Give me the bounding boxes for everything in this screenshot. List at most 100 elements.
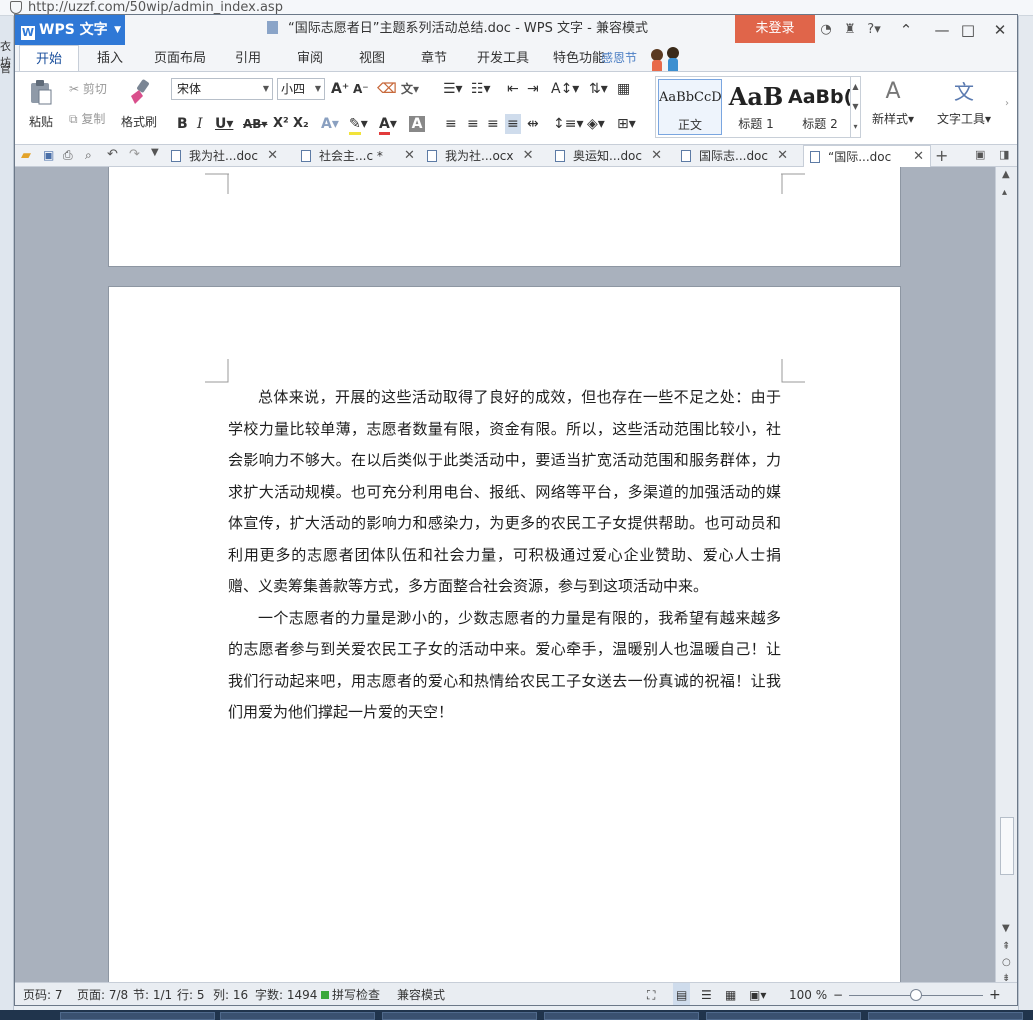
document-body[interactable]: 总体来说，开展的这些活动取得了良好的成效，但也存在一些不足之处：由于学校力量比较… — [228, 382, 781, 729]
close-icon[interactable]: ✕ — [404, 145, 415, 167]
save-icon[interactable]: ▣ — [43, 148, 54, 162]
tab-view[interactable]: 视图 — [349, 45, 395, 71]
distribute-icon[interactable]: ⇹ — [527, 114, 539, 134]
sort-icon[interactable]: ⇅▾ — [589, 79, 608, 99]
close-icon[interactable]: ✕ — [523, 145, 534, 167]
outline-view-icon[interactable]: ☰ — [701, 983, 712, 1005]
bullet-list-icon[interactable]: ☰▾ — [443, 79, 463, 99]
close-icon[interactable]: ✕ — [267, 145, 278, 167]
highlight-icon[interactable]: ✎▾ — [349, 114, 368, 135]
doc-tab-active[interactable]: “国际...doc ✕ — [803, 145, 931, 167]
close-icon[interactable]: ✕ — [777, 145, 788, 167]
tab-review[interactable]: 审阅 — [287, 45, 333, 71]
doc-tab-4[interactable]: 奥运知...doc ✕ — [555, 145, 662, 167]
redo-icon[interactable]: ↷ — [129, 147, 140, 162]
taskbar-item[interactable] — [220, 1012, 375, 1020]
pinyin-guide-icon[interactable]: 文▾ — [401, 79, 419, 99]
underline-icon[interactable]: U▾ — [215, 114, 233, 134]
open-folder-icon[interactable]: ▰ — [21, 148, 31, 163]
bold-icon[interactable]: B — [177, 114, 188, 134]
zoom-out-button[interactable]: − — [833, 983, 843, 1005]
print-icon[interactable]: ⎙ — [63, 148, 73, 163]
previous-page-icon[interactable]: ⇞ — [1002, 941, 1010, 952]
document-canvas[interactable]: 总体来说，开展的这些活动取得了良好的成效，但也存在一些不足之处：由于学校力量比较… — [15, 167, 995, 982]
undo-icon[interactable]: ↶ — [107, 147, 118, 162]
share-icon[interactable]: ◔ — [817, 21, 835, 39]
align-right-icon[interactable]: ≡ — [487, 114, 499, 134]
paste-button[interactable]: 粘贴 — [23, 78, 59, 130]
tab-insert[interactable]: 插入 — [85, 45, 135, 71]
tab-section[interactable]: 章节 — [411, 45, 457, 71]
cut-button[interactable]: ✂ 剪切 — [69, 80, 107, 97]
line-spacing-icon[interactable]: ↕≡▾ — [553, 114, 584, 134]
text-direction-icon[interactable]: A↕▾ — [551, 79, 579, 99]
subscript-icon[interactable]: X₂ — [293, 114, 309, 134]
status-word-count[interactable]: 字数: 1494 — [255, 983, 317, 1005]
shading-fill-icon[interactable]: ◈▾ — [587, 114, 605, 134]
taskbar-item[interactable] — [868, 1012, 1023, 1020]
close-icon[interactable]: ✕ — [913, 146, 924, 168]
scroll-down-icon[interactable]: ▼ — [1002, 923, 1010, 934]
zoom-slider-knob[interactable] — [910, 989, 922, 1001]
skin-icon[interactable]: ♜ — [841, 21, 859, 39]
browse-object-icon[interactable]: ○ — [1002, 957, 1011, 968]
borders-icon[interactable]: ⊞▾ — [617, 114, 636, 134]
strikethrough-icon[interactable]: AB▾ — [243, 114, 267, 134]
grow-font-icon[interactable]: A⁺ — [331, 79, 349, 99]
tab-page-layout[interactable]: 页面布局 — [145, 45, 215, 71]
close-button[interactable]: ✕ — [987, 19, 1013, 41]
vertical-scrollbar[interactable]: ▲ ▴ ▼ ⇞ ○ ⇟ — [995, 167, 1017, 984]
print-preview-icon[interactable]: ⌕ — [85, 148, 92, 163]
align-left-icon[interactable]: ≡ — [445, 114, 457, 134]
fullscreen-view-icon[interactable]: ⛶ — [647, 983, 655, 1005]
style-normal[interactable]: AaBbCcD 正文 — [658, 79, 722, 135]
taskbar-item[interactable] — [544, 1012, 699, 1020]
taskbar-item[interactable] — [706, 1012, 861, 1020]
clear-format-icon[interactable]: ⌫ — [377, 79, 397, 99]
italic-icon[interactable]: I — [197, 114, 203, 134]
spell-check-button[interactable]: 拼写检查 — [321, 983, 380, 1005]
char-shading-icon[interactable]: A — [409, 116, 425, 132]
align-center-icon[interactable]: ≡ — [467, 114, 479, 134]
maximize-button[interactable]: □ — [955, 19, 981, 41]
taskbar-item[interactable] — [60, 1012, 215, 1020]
style-heading-1[interactable]: AaB 标题 1 — [724, 79, 788, 135]
paragraph[interactable]: 总体来说，开展的这些活动取得了良好的成效，但也存在一些不足之处：由于学校力量比较… — [228, 382, 781, 603]
reading-view-icon[interactable]: ▣▾ — [749, 983, 766, 1005]
page-view-icon[interactable]: ▤ — [673, 983, 691, 1005]
tab-home[interactable]: 开始 — [19, 45, 79, 71]
ribbon-scroll-right-icon[interactable]: › — [1005, 98, 1009, 109]
tab-developer[interactable]: 开发工具 — [473, 45, 533, 71]
zoom-in-button[interactable]: + — [989, 983, 1001, 1005]
doc-tab-1[interactable]: 我为社...doc ✕ — [171, 145, 278, 167]
quick-access-dropdown-icon[interactable]: ▼ — [151, 147, 159, 158]
new-tab-icon[interactable]: + — [935, 145, 948, 167]
style-heading-2[interactable]: AaBb( 标题 2 — [788, 79, 852, 135]
minimize-button[interactable]: — — [929, 19, 955, 41]
table-grid-icon[interactable]: ▦ — [617, 79, 630, 99]
increase-indent-icon[interactable]: ⇥ — [527, 79, 539, 99]
justify-icon[interactable]: ≡ — [505, 114, 521, 134]
tab-menu-icon[interactable]: ◨ — [999, 148, 1009, 161]
help-button[interactable]: ?▾ — [865, 21, 883, 39]
decrease-indent-icon[interactable]: ⇤ — [507, 79, 519, 99]
tab-special[interactable]: 特色功能 — [549, 45, 609, 71]
font-size-select[interactable]: 小四 ▼ — [277, 78, 325, 100]
new-style-button[interactable]: A 新样式▾ — [867, 78, 919, 127]
tab-references[interactable]: 引用 — [225, 45, 271, 71]
login-button[interactable]: 未登录 — [735, 15, 815, 43]
superscript-icon[interactable]: X² — [273, 114, 289, 134]
text-effect-icon[interactable]: A▾ — [321, 114, 339, 134]
style-gallery-scroll[interactable]: ▲ ▼ ▾ — [850, 77, 860, 137]
collapse-ribbon-icon[interactable]: ⌃ — [893, 19, 919, 41]
wps-menu-button[interactable]: W WPS 文字 ▼ — [15, 15, 125, 45]
tab-list-icon[interactable]: ▣ — [975, 148, 985, 161]
paragraph[interactable]: 一个志愿者的力量是渺小的，少数志愿者的力量是有限的，我希望有越来越多的志愿者参与… — [228, 603, 781, 729]
numbered-list-icon[interactable]: ☷▾ — [471, 79, 491, 99]
taskbar-item[interactable] — [382, 1012, 537, 1020]
doc-tab-5[interactable]: 国际志...doc ✕ — [681, 145, 788, 167]
doc-tab-2[interactable]: 社会主...c * ✕ — [301, 145, 415, 167]
scroll-up-icon[interactable]: ▲ — [1002, 169, 1010, 180]
copy-button[interactable]: ⧉ 复制 — [69, 110, 105, 127]
text-tools-button[interactable]: 文 文字工具▾ — [933, 78, 995, 127]
